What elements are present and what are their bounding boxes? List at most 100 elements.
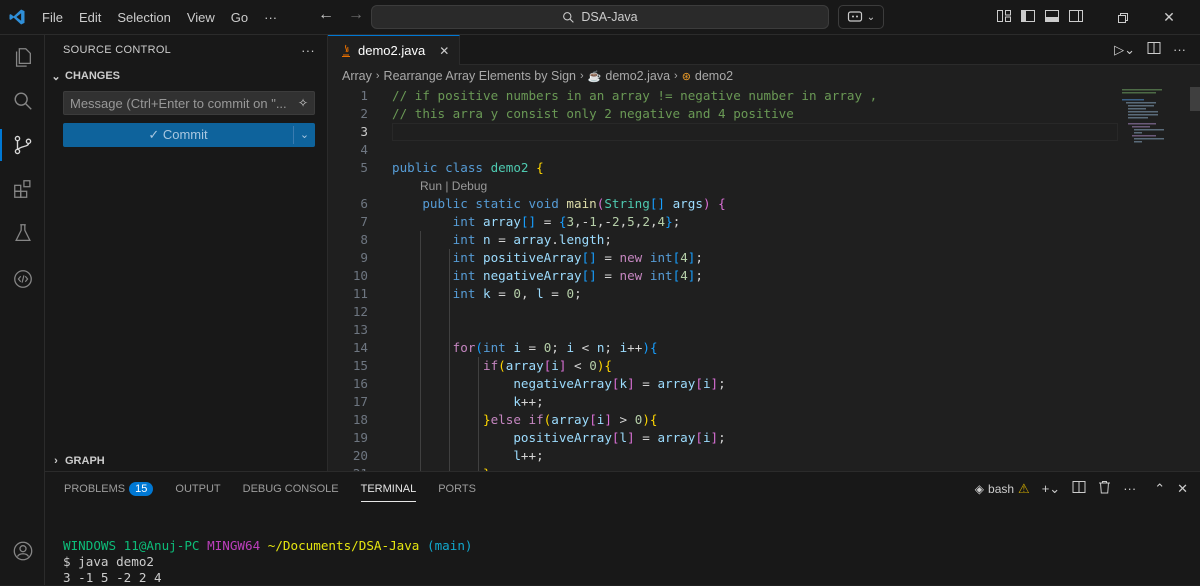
terminal-scrollbar[interactable] (1188, 506, 1200, 586)
breadcrumb-subfolder[interactable]: Rearrange Array Elements by Sign (384, 69, 576, 83)
account-icon[interactable] (0, 529, 45, 573)
source-control-sidebar: SOURCE CONTROL ··· ⌄ CHANGES Message (Ct… (45, 35, 328, 471)
code-token: { (649, 412, 658, 427)
editor-scrollbar[interactable] (1188, 87, 1200, 471)
codelens-run-debug[interactable]: Run | Debug (420, 177, 487, 195)
code-token: l (513, 448, 521, 463)
trash-icon[interactable] (1098, 480, 1111, 497)
scrollbar-thumb[interactable] (1190, 87, 1200, 111)
activity-bar (0, 35, 45, 585)
code-token: = (596, 250, 620, 265)
breadcrumb-file[interactable]: demo2.java (605, 69, 670, 83)
code-token: [ (589, 412, 597, 427)
line-number: 5 (360, 160, 368, 175)
close-tab-icon[interactable]: ✕ (439, 44, 449, 58)
commit-dropdown-chevron-icon[interactable]: ⌄ (293, 126, 315, 144)
explorer-icon[interactable] (0, 35, 45, 79)
code-token: ] (710, 430, 719, 445)
chevron-right-icon: › (674, 70, 678, 82)
code-token: for (452, 340, 476, 355)
tab-debug-console-label: DEBUG CONSOLE (242, 483, 339, 495)
warning-icon[interactable]: ⚠ (1018, 481, 1030, 497)
code-token: 4 (680, 250, 688, 265)
tab-problems[interactable]: PROBLEMS 15 (64, 472, 154, 506)
menu-selection[interactable]: Selection (109, 0, 178, 35)
menu-file[interactable]: File (34, 0, 71, 35)
source-control-icon[interactable] (0, 123, 45, 167)
code-token: String (604, 196, 650, 211)
terminal-shell-selector[interactable]: ◈ bash ⚠ (975, 481, 1030, 497)
menu-edit[interactable]: Edit (71, 0, 109, 35)
split-editor-icon[interactable] (1147, 41, 1161, 58)
restore-window-icon[interactable] (1100, 0, 1146, 35)
line-number: 12 (352, 304, 368, 319)
tab-output[interactable]: OUTPUT (175, 472, 220, 506)
menu-go[interactable]: Go (223, 0, 256, 35)
code-token: 4 (680, 268, 688, 283)
more-actions-icon[interactable]: ··· (301, 43, 315, 58)
code-text: // if positive numbers in an array != ne… (392, 87, 877, 105)
sparkle-icon[interactable]: ✧ (298, 96, 308, 110)
code-token: k (513, 394, 521, 409)
toggle-primary-sidebar-icon[interactable] (1020, 8, 1036, 24)
code-token: ; (604, 232, 612, 247)
nav-arrows: ← → (318, 6, 364, 24)
tab-ports[interactable]: PORTS (438, 472, 476, 506)
code-token: ) (702, 196, 711, 211)
testing-flask-icon[interactable] (0, 211, 45, 255)
toggle-secondary-sidebar-icon[interactable] (1068, 8, 1084, 24)
chevron-down-icon: ⌄ (51, 70, 61, 83)
close-panel-icon[interactable]: ✕ (1177, 481, 1188, 497)
tab-terminal[interactable]: TERMINAL (360, 472, 416, 506)
chevron-down-icon: ⌄ (866, 11, 876, 23)
title-bar: File Edit Selection View Go ··· ← → DSA-… (0, 0, 1200, 35)
forward-arrow-icon[interactable]: → (348, 6, 364, 24)
remote-explorer-icon[interactable] (0, 257, 45, 301)
commit-button[interactable]: ✓ Commit ⌄ (63, 123, 315, 147)
tab-debug-console[interactable]: DEBUG CONSOLE (243, 472, 339, 506)
menu-view[interactable]: View (179, 0, 223, 35)
menu-more[interactable]: ··· (256, 0, 285, 35)
terminal-output[interactable]: WINDOWS 11@Anuj-PC MINGW64 ~/Documents/D… (63, 538, 473, 586)
search-activity-icon[interactable] (0, 79, 45, 123)
indent-guide (420, 231, 421, 471)
commit-message-input[interactable]: Message (Ctrl+Enter to commit on "... ✧ (63, 91, 315, 115)
minimap[interactable] (1118, 87, 1188, 147)
graph-section-header[interactable]: › GRAPH (45, 450, 328, 472)
copilot-button[interactable]: ⌄ (838, 5, 884, 29)
close-window-icon[interactable]: ✕ (1146, 0, 1192, 35)
code-line: 8 int n = array.length; (328, 231, 1188, 249)
back-arrow-icon[interactable]: ← (318, 6, 334, 24)
split-terminal-icon[interactable] (1072, 480, 1086, 497)
code-token: new (619, 268, 650, 283)
chevron-up-icon[interactable]: ⌃ (1154, 481, 1165, 497)
extensions-icon[interactable] (0, 167, 45, 211)
breadcrumb-class[interactable]: demo2 (695, 69, 733, 83)
code-line: 5 public class demo2 { (328, 159, 1188, 177)
tab-ports-label: PORTS (438, 483, 476, 495)
new-terminal-icon[interactable]: +⌄ (1042, 481, 1060, 497)
code-line: 4 (328, 141, 1188, 159)
code-token: 0 (513, 286, 521, 301)
run-icon[interactable]: ▷⌄ (1114, 42, 1135, 58)
code-token: // this arra y consist only 2 negative a… (392, 106, 794, 121)
customize-layout-icon[interactable] (996, 8, 1012, 24)
code-editor[interactable]: 1 // if positive numbers in an array != n… (328, 87, 1200, 481)
vscode-logo-icon (0, 0, 34, 35)
tab-demo2-java[interactable]: demo2.java ✕ (328, 35, 461, 65)
code-token: array (513, 232, 552, 247)
command-center[interactable]: DSA-Java (371, 5, 829, 29)
more-actions-icon[interactable]: ··· (1173, 42, 1186, 57)
code-token: n (483, 232, 491, 247)
shell-label: bash (988, 481, 1015, 496)
code-token: ( (498, 358, 506, 373)
code-token: ; (695, 268, 703, 283)
toggle-panel-icon[interactable] (1044, 8, 1060, 24)
changes-section-header[interactable]: ⌄ CHANGES (45, 65, 327, 87)
breadcrumb-folder[interactable]: Array (342, 69, 372, 83)
more-actions-icon[interactable]: ··· (1123, 481, 1136, 496)
line-number: 20 (352, 448, 368, 463)
